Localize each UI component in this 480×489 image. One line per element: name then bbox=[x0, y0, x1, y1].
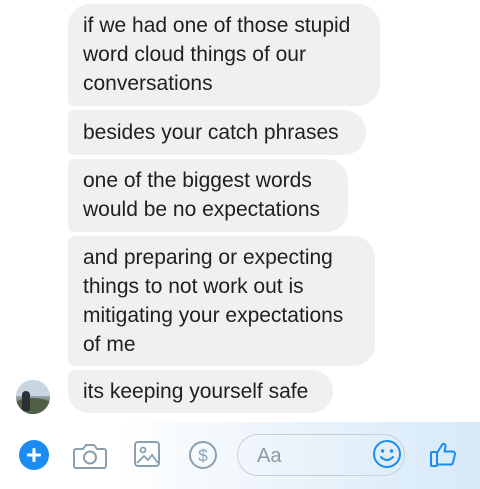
camera-icon[interactable] bbox=[72, 441, 108, 471]
dollar-icon[interactable]: $ bbox=[188, 440, 218, 470]
smile-icon[interactable] bbox=[372, 439, 402, 469]
composer-bar: $ Aa bbox=[0, 422, 480, 489]
thumbs-up-icon[interactable] bbox=[428, 438, 460, 470]
message-input[interactable]: Aa bbox=[237, 434, 405, 476]
avatar-figure bbox=[22, 391, 30, 411]
message-bubble[interactable]: besides your catch phrases bbox=[68, 110, 366, 155]
image-icon[interactable] bbox=[133, 440, 161, 468]
message-input-placeholder: Aa bbox=[257, 445, 282, 467]
message-bubble[interactable]: and preparing or expecting things to not… bbox=[68, 236, 375, 366]
message-bubble[interactable]: if we had one of those stupid word cloud… bbox=[68, 4, 380, 106]
message-bubble[interactable]: its keeping yourself safe bbox=[68, 370, 333, 413]
avatar[interactable] bbox=[16, 380, 50, 414]
message-bubble[interactable]: one of the biggest words would be no exp… bbox=[68, 159, 348, 232]
plus-icon[interactable] bbox=[19, 440, 49, 470]
svg-text:$: $ bbox=[198, 446, 208, 465]
message-thread: if we had one of those stupid word cloud… bbox=[0, 0, 480, 420]
